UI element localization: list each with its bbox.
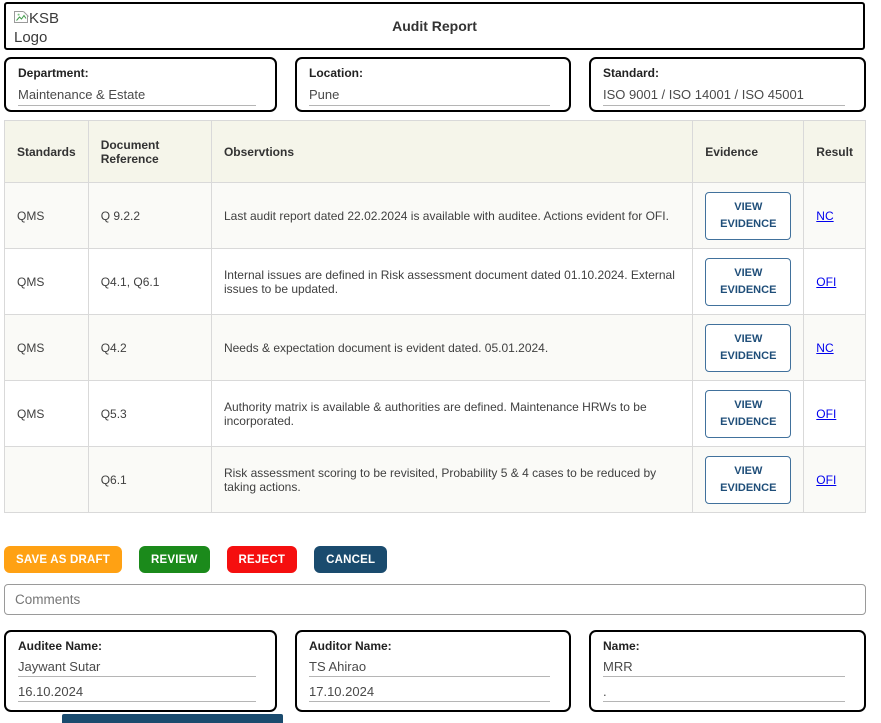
comments-input[interactable]	[4, 584, 866, 615]
name-box: Name: MRR .	[589, 630, 866, 712]
actions-row: SAVE AS DRAFT REVIEW REJECT CANCEL	[4, 546, 387, 573]
header-evidence: Evidence	[693, 121, 804, 183]
table-row: QMS Q5.3 Authority matrix is available &…	[5, 381, 866, 447]
cell-observation: Authority matrix is available & authorit…	[211, 381, 692, 447]
cell-doc-ref: Q4.1, Q6.1	[88, 249, 211, 315]
name-date-value[interactable]: .	[603, 684, 845, 702]
view-evidence-button[interactable]: VIEW EVIDENCE	[705, 324, 791, 372]
department-value[interactable]: Maintenance & Estate	[18, 87, 256, 106]
header-document-reference: Document Reference	[88, 121, 211, 183]
cell-doc-ref: Q 9.2.2	[88, 183, 211, 249]
view-evidence-button[interactable]: VIEW EVIDENCE	[705, 390, 791, 438]
bottom-bar-fragment	[62, 714, 283, 723]
cell-standard: QMS	[5, 249, 89, 315]
table-row: QMS Q 9.2.2 Last audit report dated 22.0…	[5, 183, 866, 249]
auditor-name-value[interactable]: TS Ahirao	[309, 659, 550, 677]
cell-doc-ref: Q4.2	[88, 315, 211, 381]
cell-standard: QMS	[5, 315, 89, 381]
result-link[interactable]: OFI	[816, 473, 836, 487]
header-standards: Standards	[5, 121, 89, 183]
auditor-name-label: Auditor Name:	[309, 639, 557, 653]
auditee-name-label: Auditee Name:	[18, 639, 263, 653]
header-observations: Observtions	[211, 121, 692, 183]
cell-observation: Internal issues are defined in Risk asse…	[211, 249, 692, 315]
cell-doc-ref: Q6.1	[88, 447, 211, 513]
name-value[interactable]: MRR	[603, 659, 845, 677]
auditee-box: Auditee Name: Jaywant Sutar 16.10.2024	[4, 630, 277, 712]
view-evidence-button[interactable]: VIEW EVIDENCE	[705, 456, 791, 504]
cell-observation: Needs & expectation document is evident …	[211, 315, 692, 381]
cell-standard: QMS	[5, 183, 89, 249]
standard-label: Standard:	[603, 66, 852, 80]
result-link[interactable]: OFI	[816, 407, 836, 421]
save-as-draft-button[interactable]: SAVE AS DRAFT	[4, 546, 122, 573]
table-row: QMS Q4.2 Needs & expectation document is…	[5, 315, 866, 381]
name-label: Name:	[603, 639, 852, 653]
table-header-row: Standards Document Reference Observtions…	[5, 121, 866, 183]
location-field-box: Location: Pune	[295, 57, 571, 112]
location-label: Location:	[309, 66, 557, 80]
standard-value[interactable]: ISO 9001 / ISO 14001 / ISO 45001	[603, 87, 845, 106]
broken-image-icon	[14, 10, 29, 27]
auditor-date-value[interactable]: 17.10.2024	[309, 684, 550, 702]
location-value[interactable]: Pune	[309, 87, 550, 106]
header-result: Result	[804, 121, 866, 183]
cancel-button[interactable]: CANCEL	[314, 546, 387, 573]
department-label: Department:	[18, 66, 263, 80]
page-title: Audit Report	[6, 4, 863, 48]
cell-standard	[5, 447, 89, 513]
cell-standard: QMS	[5, 381, 89, 447]
result-link[interactable]: NC	[816, 341, 833, 355]
signatures-row: Auditee Name: Jaywant Sutar 16.10.2024 A…	[4, 630, 866, 712]
result-link[interactable]: NC	[816, 209, 833, 223]
cell-observation: Last audit report dated 22.02.2024 is av…	[211, 183, 692, 249]
report-header: KSB Logo Audit Report	[4, 2, 865, 50]
department-field-box: Department: Maintenance & Estate	[4, 57, 277, 112]
result-link[interactable]: OFI	[816, 275, 836, 289]
cell-doc-ref: Q5.3	[88, 381, 211, 447]
auditor-box: Auditor Name: TS Ahirao 17.10.2024	[295, 630, 571, 712]
cell-observation: Risk assessment scoring to be revisited,…	[211, 447, 692, 513]
ksb-logo-broken-image: KSB Logo	[14, 9, 84, 49]
reject-button[interactable]: REJECT	[227, 546, 298, 573]
table-row: Q6.1 Risk assessment scoring to be revis…	[5, 447, 866, 513]
review-button[interactable]: REVIEW	[139, 546, 210, 573]
standard-field-box: Standard: ISO 9001 / ISO 14001 / ISO 450…	[589, 57, 866, 112]
auditee-date-value[interactable]: 16.10.2024	[18, 684, 256, 702]
fields-row: Department: Maintenance & Estate Locatio…	[4, 57, 866, 112]
view-evidence-button[interactable]: VIEW EVIDENCE	[705, 258, 791, 306]
observations-table: Standards Document Reference Observtions…	[4, 120, 866, 513]
auditee-name-value[interactable]: Jaywant Sutar	[18, 659, 256, 677]
view-evidence-button[interactable]: VIEW EVIDENCE	[705, 192, 791, 240]
table-row: QMS Q4.1, Q6.1 Internal issues are defin…	[5, 249, 866, 315]
audit-report-page: KSB Logo Audit Report Department: Mainte…	[0, 0, 881, 723]
